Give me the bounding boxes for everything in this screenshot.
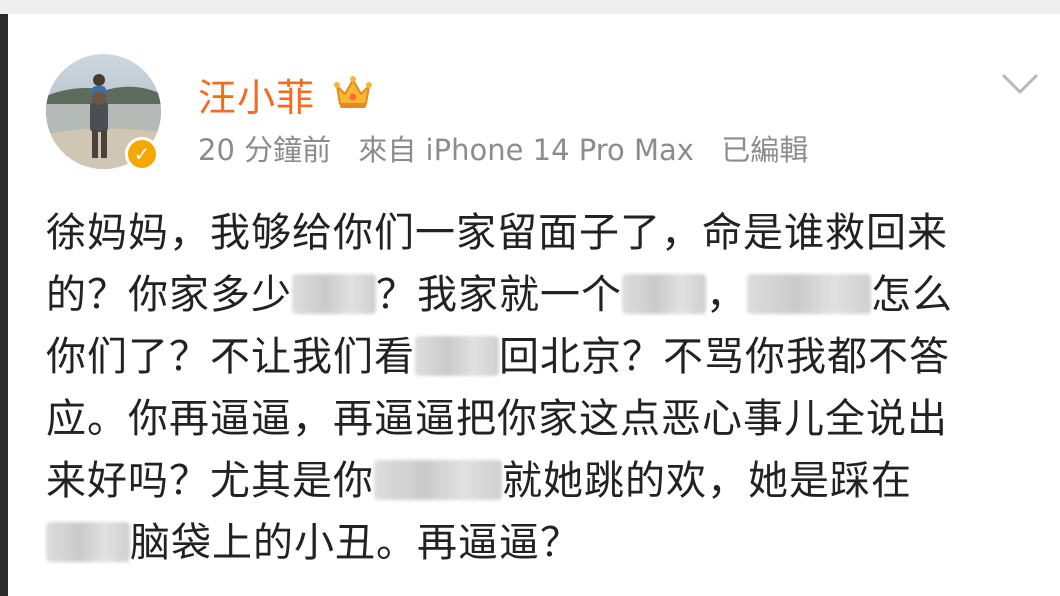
censored-blur	[292, 274, 376, 314]
content-line: 应。你再逼逼，再逼逼把你家这点恶心事儿全说出	[46, 396, 948, 442]
content-line: 来好吗？尤其是你 就她跳的欢，她是踩在	[46, 458, 912, 504]
post-meta: 20 分鐘前 來自 iPhone 14 Pro Max 已編輯	[198, 130, 826, 170]
top-strip	[0, 0, 1060, 14]
content-line: 徐妈妈，我够给你们一家留面子了，命是谁救回来	[46, 210, 948, 256]
censored-blur	[747, 274, 871, 314]
timestamp: 20 分鐘前	[198, 133, 332, 167]
username[interactable]: 汪小菲	[198, 76, 315, 120]
post-content: 徐妈妈，我够给你们一家留面子了，命是谁救回来 的？你家多少 ？我家就一个，怎么 你…	[46, 202, 1046, 574]
verified-badge-icon: ✓	[125, 137, 159, 171]
censored-blur	[374, 460, 502, 500]
chevron-down-icon[interactable]	[1000, 68, 1040, 100]
censored-blur	[415, 336, 499, 376]
content-line: 的？你家多少 ？我家就一个，怎么	[46, 272, 953, 318]
source-device: 來自 iPhone 14 Pro Max	[358, 133, 694, 167]
crown-icon	[334, 76, 372, 108]
censored-blur	[46, 522, 130, 562]
censored-blur	[622, 274, 706, 314]
content-line: 你们了？不让我们看 回北京？不骂你我都不答	[46, 334, 950, 380]
left-edge	[0, 14, 8, 596]
edited-label[interactable]: 已編輯	[721, 133, 808, 167]
content-line: 脑袋上的小丑。再逼逼？	[46, 512, 1046, 574]
weibo-post: ✓ 汪小菲 20 分鐘前 來自 iPhone 14 Pro Max 已編輯 徐妈…	[8, 14, 1060, 596]
